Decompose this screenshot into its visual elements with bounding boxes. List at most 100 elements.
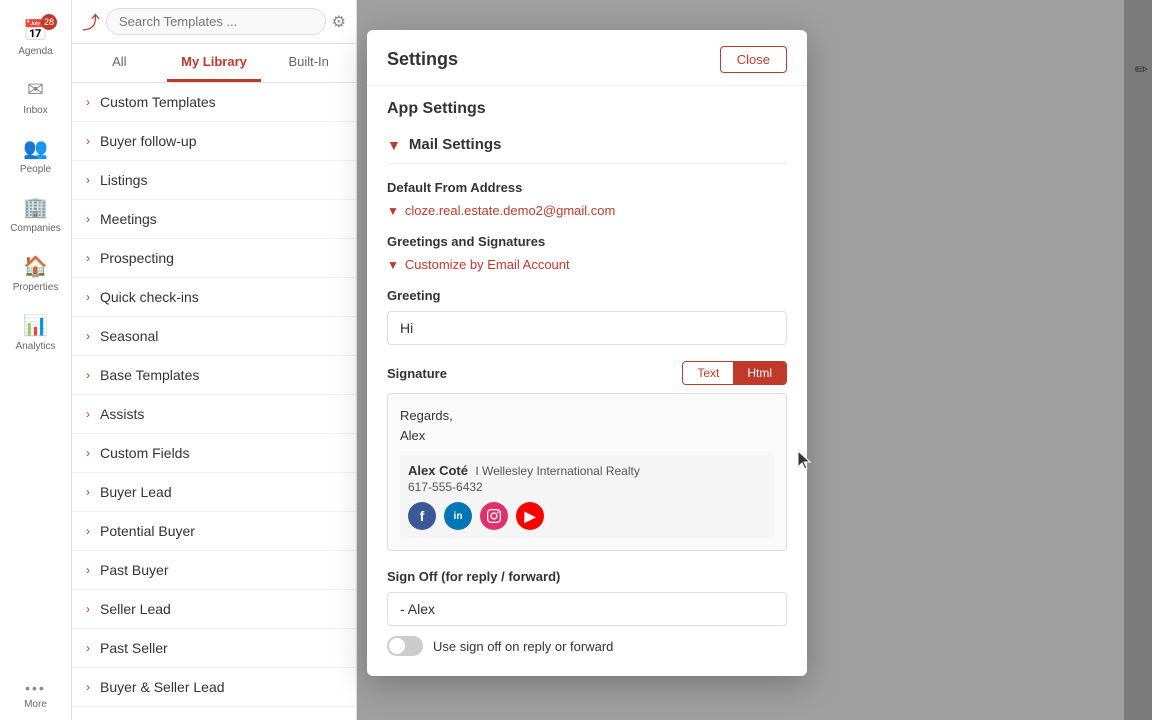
chevron-right-icon: ›	[86, 251, 90, 265]
chevron-right-icon: ›	[86, 407, 90, 421]
nav-item-people[interactable]: 👥 People	[0, 126, 71, 185]
customize-link[interactable]: Customize by Email Account	[405, 257, 570, 272]
sidebar-tabs: All My Library Built-In	[72, 44, 356, 83]
sidebar-item-custom-templates[interactable]: › Custom Templates	[72, 83, 356, 122]
search-input[interactable]	[106, 8, 326, 35]
analytics-icon: 📊	[23, 313, 48, 338]
sidebar-item-label: Buyer Lead	[100, 484, 172, 500]
sig-formatted-block: Alex Coté I Wellesley International Real…	[400, 455, 774, 538]
modal-header: Settings Close	[367, 30, 807, 86]
chevron-right-icon: ›	[86, 524, 90, 538]
sidebar-item-buyer-seller-lead[interactable]: › Buyer & Seller Lead	[72, 668, 356, 707]
use-sign-off-label: Use sign off on reply or forward	[433, 639, 613, 654]
app-shell: 📅 Agenda 28 ✉ Inbox 👥 People 🏢 Companies…	[0, 0, 1152, 720]
signature-box[interactable]: Regards, Alex Alex Coté I Wellesley Inte…	[387, 393, 787, 551]
sidebar-item-prospecting[interactable]: › Prospecting	[72, 239, 356, 278]
sidebar-item-label: Buyer follow-up	[100, 133, 197, 149]
sidebar-item-base-templates[interactable]: › Base Templates	[72, 356, 356, 395]
sidebar-list: › Custom Templates › Buyer follow-up › L…	[72, 83, 356, 720]
filter-button[interactable]: ⚙	[332, 12, 346, 32]
nav-item-agenda[interactable]: 📅 Agenda 28	[0, 8, 71, 67]
sidebar-item-potential-buyer[interactable]: › Potential Buyer	[72, 512, 356, 551]
signature-toggle-group: Text Html	[682, 361, 787, 385]
sidebar-item-buyer-lead[interactable]: › Buyer Lead	[72, 473, 356, 512]
chevron-right-icon: ›	[86, 602, 90, 616]
chevron-right-icon: ›	[86, 680, 90, 694]
sidebar: ⤴ ⚙ All My Library Built-In › Custom Tem…	[72, 0, 357, 720]
sidebar-item-past-buyer[interactable]: › Past Buyer	[72, 551, 356, 590]
chevron-right-icon: ›	[86, 563, 90, 577]
tab-my-library[interactable]: My Library	[167, 44, 262, 82]
chevron-down-icon: ▼	[387, 137, 401, 153]
sidebar-item-label: Quick check-ins	[100, 289, 199, 305]
sidebar-item-label: Base Templates	[100, 367, 199, 383]
sig-html-button[interactable]: Html	[733, 362, 786, 384]
sidebar-header: ⤴ ⚙	[72, 0, 356, 44]
dropdown-arrow-icon: ▼	[387, 204, 399, 218]
nav-label-more: More	[24, 699, 47, 710]
greeting-input[interactable]	[387, 311, 787, 345]
customize-link-row: ▼ Customize by Email Account	[387, 257, 787, 272]
sidebar-item-label: Prospecting	[100, 250, 174, 266]
sign-off-section: Sign Off (for reply / forward) Use sign …	[387, 569, 787, 656]
chevron-right-icon: ›	[86, 329, 90, 343]
inbox-icon: ✉	[27, 77, 44, 102]
sidebar-item-label: Seasonal	[100, 328, 158, 344]
chevron-right-icon: ›	[86, 368, 90, 382]
mail-settings-section[interactable]: ▼ Mail Settings	[387, 126, 787, 164]
nav-label-people: People	[20, 164, 51, 175]
modal-body: App Settings ▼ Mail Settings Default Fro…	[367, 86, 807, 676]
nav-item-properties[interactable]: 🏠 Properties	[0, 244, 71, 303]
chevron-right-icon: ›	[86, 173, 90, 187]
sidebar-item-label: Past Buyer	[100, 562, 168, 578]
sign-off-label: Sign Off (for reply / forward)	[387, 569, 787, 584]
email-row: ▼ cloze.real.estate.demo2@gmail.com	[387, 203, 787, 218]
sidebar-item-assists[interactable]: › Assists	[72, 395, 356, 434]
more-icon: •••	[25, 680, 46, 696]
sidebar-item-label: Potential Buyer	[100, 523, 195, 539]
sidebar-back-button[interactable]: ⤴	[82, 9, 100, 35]
nav-label-inbox: Inbox	[23, 105, 47, 116]
facebook-icon[interactable]: f	[408, 502, 436, 530]
nav-item-companies[interactable]: 🏢 Companies	[0, 185, 71, 244]
nav-item-analytics[interactable]: 📊 Analytics	[0, 303, 71, 362]
close-button[interactable]: Close	[720, 46, 787, 73]
instagram-icon[interactable]	[480, 502, 508, 530]
sidebar-item-label: Meetings	[100, 211, 157, 227]
sig-company: I Wellesley International Realty	[475, 464, 640, 478]
chevron-right-icon: ›	[86, 290, 90, 304]
nav-item-inbox[interactable]: ✉ Inbox	[0, 67, 71, 126]
linkedin-icon[interactable]: in	[444, 502, 472, 530]
sidebar-item-seasonal[interactable]: › Seasonal	[72, 317, 356, 356]
sidebar-item-custom-fields[interactable]: › Custom Fields	[72, 434, 356, 473]
tab-built-in[interactable]: Built-In	[261, 44, 356, 82]
sidebar-item-buyer-follow-up[interactable]: › Buyer follow-up	[72, 122, 356, 161]
tab-all[interactable]: All	[72, 44, 167, 82]
use-sign-off-toggle[interactable]	[387, 636, 423, 656]
signature-row: Signature Text Html	[387, 361, 787, 385]
sidebar-item-label: Buyer & Seller Lead	[100, 679, 225, 695]
properties-icon: 🏠	[23, 254, 48, 279]
sidebar-item-label: Custom Templates	[100, 94, 216, 110]
sign-off-input[interactable]	[387, 592, 787, 626]
sidebar-item-past-seller[interactable]: › Past Seller	[72, 629, 356, 668]
sidebar-item-label: Custom Fields	[100, 445, 189, 461]
nav-label-agenda: Agenda	[18, 46, 52, 57]
sidebar-item-label: Assists	[100, 406, 144, 422]
default-from-label: Default From Address	[387, 180, 787, 195]
mail-settings-title: Mail Settings	[409, 136, 502, 153]
sidebar-item-listings[interactable]: › Listings	[72, 161, 356, 200]
sig-text-button[interactable]: Text	[683, 362, 733, 384]
sig-phone: 617-555-6432	[408, 480, 766, 494]
nav-label-properties: Properties	[13, 282, 59, 293]
sidebar-item-quick-check-ins[interactable]: › Quick check-ins	[72, 278, 356, 317]
greetings-label: Greetings and Signatures	[387, 234, 787, 249]
sidebar-item-seller-lead[interactable]: › Seller Lead	[72, 590, 356, 629]
chevron-right-icon: ›	[86, 446, 90, 460]
sig-text-plain: Regards, Alex	[400, 406, 774, 445]
sig-name: Alex Coté	[408, 463, 468, 478]
sidebar-item-meetings[interactable]: › Meetings	[72, 200, 356, 239]
email-address-link[interactable]: cloze.real.estate.demo2@gmail.com	[405, 203, 615, 218]
nav-item-more[interactable]: ••• More	[0, 670, 71, 720]
youtube-icon[interactable]: ▶	[516, 502, 544, 530]
